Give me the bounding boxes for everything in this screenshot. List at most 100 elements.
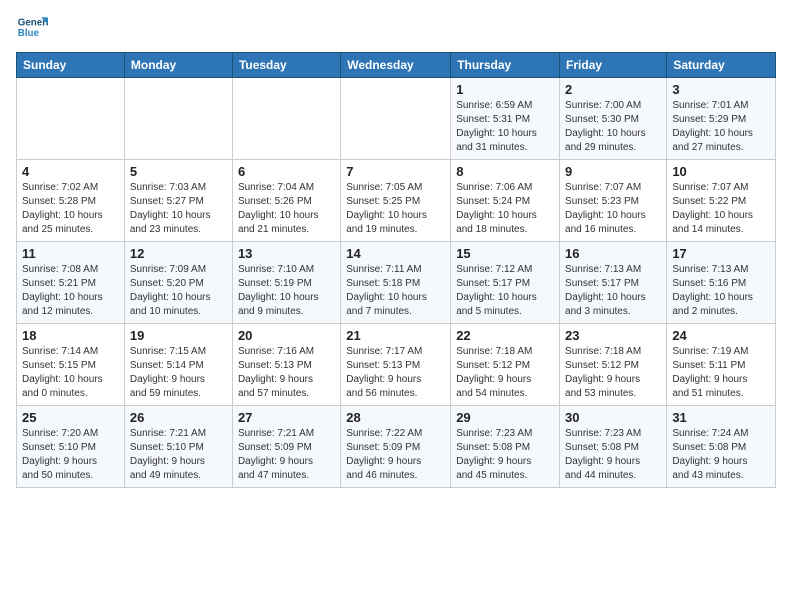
calendar-cell: 7 Sunrise: 7:05 AM Sunset: 5:25 PM Daylig… bbox=[341, 160, 451, 242]
calendar-cell: 10Sunrise: 7:07 AM Sunset: 5:22 PM Dayli… bbox=[667, 160, 776, 242]
weekday-header-row: SundayMondayTuesdayWednesdayThursdayFrid… bbox=[17, 53, 776, 78]
calendar-cell bbox=[17, 78, 125, 160]
calendar-cell: 14Sunrise: 7:11 AM Sunset: 5:18 PM Dayli… bbox=[341, 242, 451, 324]
cell-date-number: 7 bbox=[346, 164, 445, 179]
cell-date-number: 14 bbox=[346, 246, 445, 261]
calendar-cell: 17 Sunrise: 7:13 AM Sunset: 5:16 PM Dayli… bbox=[667, 242, 776, 324]
calendar-cell: 6Sunrise: 7:04 AM Sunset: 5:26 PM Daylig… bbox=[232, 160, 340, 242]
cell-info-text: Sunrise: 7:05 AM Sunset: 5:25 PM Dayligh… bbox=[346, 181, 445, 237]
cell-date-number: 27 bbox=[238, 410, 335, 425]
cell-date-number: 18 bbox=[22, 328, 119, 343]
cell-info-text: Sunrise: 7:08 AM Sunset: 5:21 PM Dayligh… bbox=[22, 263, 119, 319]
cell-date-number: 19 bbox=[130, 328, 227, 343]
cell-info-text: Sunrise: 7:24 AM Sunset: 5:08 PM Dayligh… bbox=[672, 427, 770, 483]
cell-info-text: Sunrise: 7:22 AM Sunset: 5:09 PM Dayligh… bbox=[346, 427, 445, 483]
page: General Blue SundayMondayTuesdayWednesda… bbox=[0, 0, 792, 504]
cell-info-text: Sunrise: 7:15 AM Sunset: 5:14 PM Dayligh… bbox=[130, 345, 227, 401]
calendar-cell: 4 Sunrise: 7:02 AM Sunset: 5:28 PM Daylig… bbox=[17, 160, 125, 242]
weekday-header-wednesday: Wednesday bbox=[341, 53, 451, 78]
cell-date-number: 1 bbox=[456, 82, 554, 97]
cell-info-text: Sunrise: 7:16 AM Sunset: 5:13 PM Dayligh… bbox=[238, 345, 335, 401]
cell-date-number: 12 bbox=[130, 246, 227, 261]
cell-info-text: Sunrise: 7:19 AM Sunset: 5:11 PM Dayligh… bbox=[672, 345, 770, 401]
week-row-4: 18 Sunrise: 7:14 AM Sunset: 5:15 PM Dayli… bbox=[17, 324, 776, 406]
cell-date-number: 28 bbox=[346, 410, 445, 425]
cell-info-text: Sunrise: 7:13 AM Sunset: 5:17 PM Dayligh… bbox=[565, 263, 661, 319]
cell-info-text: Sunrise: 7:00 AM Sunset: 5:30 PM Dayligh… bbox=[565, 99, 661, 155]
cell-info-text: Sunrise: 7:23 AM Sunset: 5:08 PM Dayligh… bbox=[565, 427, 661, 483]
calendar-cell: 13 Sunrise: 7:10 AM Sunset: 5:19 PM Dayli… bbox=[232, 242, 340, 324]
week-row-1: 1 Sunrise: 6:59 AM Sunset: 5:31 PM Daylig… bbox=[17, 78, 776, 160]
cell-info-text: Sunrise: 7:06 AM Sunset: 5:24 PM Dayligh… bbox=[456, 181, 554, 237]
cell-info-text: Sunrise: 7:17 AM Sunset: 5:13 PM Dayligh… bbox=[346, 345, 445, 401]
cell-date-number: 8 bbox=[456, 164, 554, 179]
logo: General Blue bbox=[16, 12, 52, 44]
calendar-cell bbox=[232, 78, 340, 160]
calendar-cell: 15 Sunrise: 7:12 AM Sunset: 5:17 PM Dayli… bbox=[451, 242, 560, 324]
cell-date-number: 3 bbox=[672, 82, 770, 97]
weekday-header-saturday: Saturday bbox=[667, 53, 776, 78]
calendar-cell: 23 Sunrise: 7:18 AM Sunset: 5:12 PM Dayli… bbox=[560, 324, 667, 406]
cell-info-text: Sunrise: 7:23 AM Sunset: 5:08 PM Dayligh… bbox=[456, 427, 554, 483]
calendar-cell: 3 Sunrise: 7:01 AM Sunset: 5:29 PM Daylig… bbox=[667, 78, 776, 160]
calendar-cell: 26 Sunrise: 7:21 AM Sunset: 5:10 PM Dayli… bbox=[124, 406, 232, 488]
calendar-table: SundayMondayTuesdayWednesdayThursdayFrid… bbox=[16, 52, 776, 488]
cell-date-number: 4 bbox=[22, 164, 119, 179]
weekday-header-thursday: Thursday bbox=[451, 53, 560, 78]
cell-date-number: 10 bbox=[672, 164, 770, 179]
cell-date-number: 13 bbox=[238, 246, 335, 261]
header: General Blue bbox=[16, 12, 776, 44]
cell-date-number: 21 bbox=[346, 328, 445, 343]
cell-info-text: Sunrise: 7:10 AM Sunset: 5:19 PM Dayligh… bbox=[238, 263, 335, 319]
cell-date-number: 5 bbox=[130, 164, 227, 179]
cell-info-text: Sunrise: 7:01 AM Sunset: 5:29 PM Dayligh… bbox=[672, 99, 770, 155]
calendar-cell: 31 Sunrise: 7:24 AM Sunset: 5:08 PM Dayli… bbox=[667, 406, 776, 488]
cell-date-number: 6 bbox=[238, 164, 335, 179]
calendar-cell: 8 Sunrise: 7:06 AM Sunset: 5:24 PM Daylig… bbox=[451, 160, 560, 242]
cell-info-text: Sunrise: 6:59 AM Sunset: 5:31 PM Dayligh… bbox=[456, 99, 554, 155]
cell-info-text: Sunrise: 7:18 AM Sunset: 5:12 PM Dayligh… bbox=[456, 345, 554, 401]
logo-icon: General Blue bbox=[16, 12, 48, 44]
calendar-cell: 9 Sunrise: 7:07 AM Sunset: 5:23 PM Daylig… bbox=[560, 160, 667, 242]
cell-date-number: 9 bbox=[565, 164, 661, 179]
week-row-3: 11 Sunrise: 7:08 AM Sunset: 5:21 PM Dayli… bbox=[17, 242, 776, 324]
calendar-cell: 1 Sunrise: 6:59 AM Sunset: 5:31 PM Daylig… bbox=[451, 78, 560, 160]
calendar-cell: 12 Sunrise: 7:09 AM Sunset: 5:20 PM Dayli… bbox=[124, 242, 232, 324]
cell-info-text: Sunrise: 7:20 AM Sunset: 5:10 PM Dayligh… bbox=[22, 427, 119, 483]
calendar-cell: 24Sunrise: 7:19 AM Sunset: 5:11 PM Dayli… bbox=[667, 324, 776, 406]
cell-date-number: 29 bbox=[456, 410, 554, 425]
calendar-cell: 28 Sunrise: 7:22 AM Sunset: 5:09 PM Dayli… bbox=[341, 406, 451, 488]
calendar-cell: 20Sunrise: 7:16 AM Sunset: 5:13 PM Dayli… bbox=[232, 324, 340, 406]
calendar-cell: 22Sunrise: 7:18 AM Sunset: 5:12 PM Dayli… bbox=[451, 324, 560, 406]
cell-info-text: Sunrise: 7:03 AM Sunset: 5:27 PM Dayligh… bbox=[130, 181, 227, 237]
weekday-header-friday: Friday bbox=[560, 53, 667, 78]
calendar-cell bbox=[124, 78, 232, 160]
calendar-cell: 30 Sunrise: 7:23 AM Sunset: 5:08 PM Dayli… bbox=[560, 406, 667, 488]
calendar-cell: 5 Sunrise: 7:03 AM Sunset: 5:27 PM Daylig… bbox=[124, 160, 232, 242]
calendar-cell: 25 Sunrise: 7:20 AM Sunset: 5:10 PM Dayli… bbox=[17, 406, 125, 488]
cell-info-text: Sunrise: 7:21 AM Sunset: 5:10 PM Dayligh… bbox=[130, 427, 227, 483]
cell-date-number: 26 bbox=[130, 410, 227, 425]
week-row-2: 4 Sunrise: 7:02 AM Sunset: 5:28 PM Daylig… bbox=[17, 160, 776, 242]
weekday-header-monday: Monday bbox=[124, 53, 232, 78]
svg-text:Blue: Blue bbox=[18, 28, 40, 39]
cell-info-text: Sunrise: 7:02 AM Sunset: 5:28 PM Dayligh… bbox=[22, 181, 119, 237]
calendar-cell: 11 Sunrise: 7:08 AM Sunset: 5:21 PM Dayli… bbox=[17, 242, 125, 324]
calendar-cell: 18 Sunrise: 7:14 AM Sunset: 5:15 PM Dayli… bbox=[17, 324, 125, 406]
cell-date-number: 23 bbox=[565, 328, 661, 343]
cell-info-text: Sunrise: 7:07 AM Sunset: 5:23 PM Dayligh… bbox=[565, 181, 661, 237]
cell-date-number: 17 bbox=[672, 246, 770, 261]
cell-date-number: 31 bbox=[672, 410, 770, 425]
cell-date-number: 30 bbox=[565, 410, 661, 425]
calendar-cell: 16Sunrise: 7:13 AM Sunset: 5:17 PM Dayli… bbox=[560, 242, 667, 324]
cell-date-number: 11 bbox=[22, 246, 119, 261]
cell-date-number: 25 bbox=[22, 410, 119, 425]
cell-info-text: Sunrise: 7:18 AM Sunset: 5:12 PM Dayligh… bbox=[565, 345, 661, 401]
cell-info-text: Sunrise: 7:12 AM Sunset: 5:17 PM Dayligh… bbox=[456, 263, 554, 319]
cell-info-text: Sunrise: 7:09 AM Sunset: 5:20 PM Dayligh… bbox=[130, 263, 227, 319]
cell-info-text: Sunrise: 7:21 AM Sunset: 5:09 PM Dayligh… bbox=[238, 427, 335, 483]
cell-info-text: Sunrise: 7:14 AM Sunset: 5:15 PM Dayligh… bbox=[22, 345, 119, 401]
cell-info-text: Sunrise: 7:13 AM Sunset: 5:16 PM Dayligh… bbox=[672, 263, 770, 319]
weekday-header-tuesday: Tuesday bbox=[232, 53, 340, 78]
cell-date-number: 15 bbox=[456, 246, 554, 261]
